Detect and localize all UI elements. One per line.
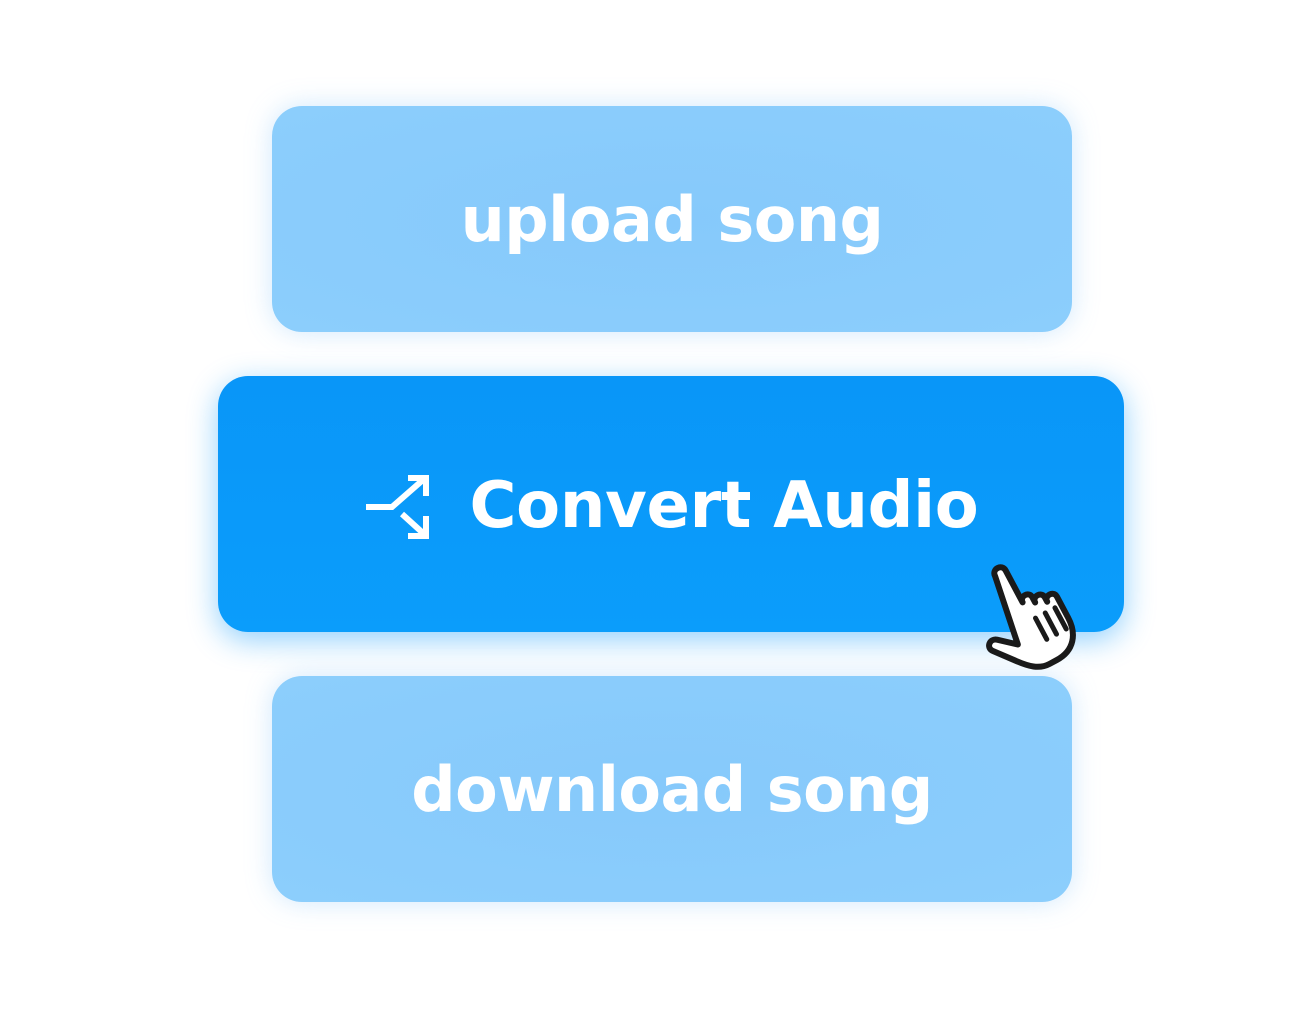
- shuffle-icon: [364, 472, 432, 540]
- download-song-button[interactable]: download song: [272, 676, 1072, 902]
- hand-pointer-icon: [986, 564, 1076, 670]
- upload-song-label: upload song: [460, 182, 884, 256]
- convert-audio-label: Convert Audio: [469, 469, 979, 543]
- upload-song-button[interactable]: upload song: [272, 106, 1072, 332]
- button-stack: upload song Convert Audio download song: [0, 0, 1298, 1030]
- download-song-label: download song: [411, 752, 933, 826]
